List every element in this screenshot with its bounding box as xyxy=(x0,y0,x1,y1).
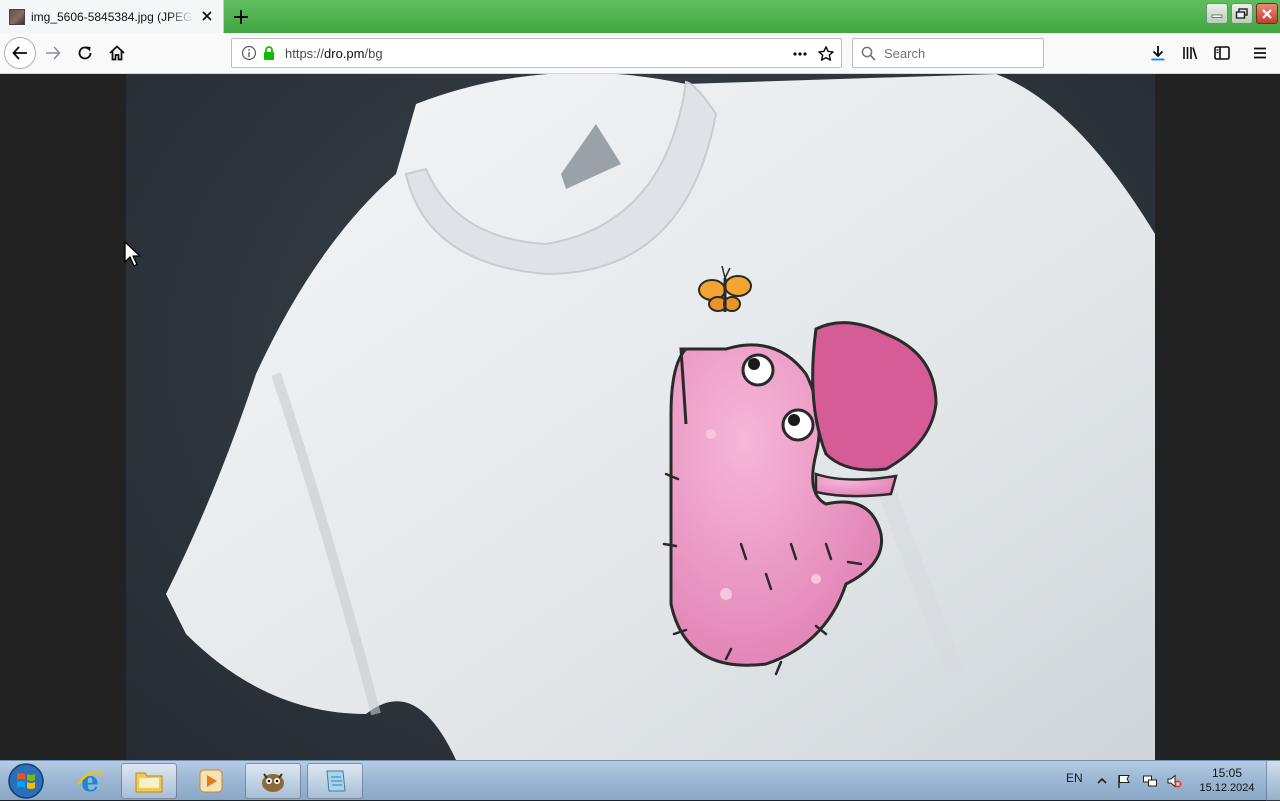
taskbar-notepad[interactable] xyxy=(307,763,363,799)
tab-strip: img_5606-5845384.jpg (JPEG Image, 1029 ×… xyxy=(0,0,1280,33)
plus-icon[interactable] xyxy=(229,5,253,29)
taskbar: e EN 15:05 15.12.2024 xyxy=(0,760,1280,801)
taskbar-media-player[interactable] xyxy=(183,763,239,799)
downloads-button[interactable] xyxy=(1142,37,1174,69)
displayed-image[interactable] xyxy=(126,74,1155,760)
menu-button[interactable] xyxy=(1244,37,1276,69)
notepad-icon xyxy=(326,770,346,792)
taskbar-explorer[interactable] xyxy=(121,763,177,799)
library-icon xyxy=(1183,47,1198,60)
app-icon xyxy=(262,773,284,792)
forward-arrow-icon xyxy=(46,46,61,60)
tshirt-illustration xyxy=(166,74,1155,760)
taskbar-internet-explorer[interactable]: e xyxy=(62,763,118,799)
star-icon[interactable] xyxy=(817,45,835,63)
reload-icon xyxy=(78,46,92,60)
forward-button[interactable] xyxy=(37,37,69,69)
page-viewport xyxy=(0,74,1280,760)
home-icon xyxy=(109,45,125,61)
download-icon xyxy=(1151,46,1165,61)
url-path: /bg xyxy=(364,45,383,61)
hamburger-icon xyxy=(1254,47,1266,59)
address-bar[interactable]: https://dro.pm/bg xyxy=(231,38,842,68)
mouse-cursor-icon xyxy=(124,241,141,267)
search-icon xyxy=(861,46,876,61)
sidebar-icon xyxy=(1214,46,1230,60)
back-arrow-icon xyxy=(12,46,27,60)
favicon-icon xyxy=(9,8,25,25)
restore-button[interactable] xyxy=(1231,3,1253,24)
network-icon[interactable] xyxy=(1142,773,1158,789)
url-text: https://dro.pm/bg xyxy=(285,46,383,61)
search-input[interactable] xyxy=(884,45,1034,61)
info-icon[interactable] xyxy=(241,45,257,61)
url-scheme: https:// xyxy=(285,45,325,61)
home-button[interactable] xyxy=(101,37,133,69)
folder-icon xyxy=(135,772,163,793)
flag-icon[interactable] xyxy=(1116,773,1132,789)
sidebar-button[interactable] xyxy=(1206,37,1238,69)
internet-explorer-icon: e xyxy=(77,766,104,796)
ellipsis-icon[interactable] xyxy=(792,46,808,62)
navigation-toolbar: https://dro.pm/bg xyxy=(0,33,1280,74)
tab-image[interactable]: img_5606-5845384.jpg (JPEG Image, 1029 ×… xyxy=(0,0,224,33)
language-indicator[interactable]: EN xyxy=(1066,771,1083,785)
reload-button[interactable] xyxy=(69,37,101,69)
chevron-up-icon[interactable] xyxy=(1094,773,1110,789)
url-host: dro.pm xyxy=(324,45,365,61)
minimize-button[interactable] xyxy=(1206,3,1228,24)
back-button[interactable] xyxy=(4,37,36,69)
windows-logo-icon[interactable] xyxy=(4,762,48,800)
close-icon[interactable] xyxy=(199,8,215,24)
window-close-button[interactable] xyxy=(1256,3,1278,24)
library-button[interactable] xyxy=(1174,37,1206,69)
close-icon xyxy=(1262,8,1272,19)
volume-muted-icon[interactable] xyxy=(1166,773,1182,789)
svg-text:e: e xyxy=(81,766,99,796)
taskbar-app[interactable] xyxy=(245,763,301,799)
minimize-icon xyxy=(1211,14,1223,18)
clock-time: 15:05 xyxy=(1211,766,1243,780)
clock-date: 15.12.2024 xyxy=(1199,782,1255,794)
system-clock[interactable]: 15:05 15.12.2024 xyxy=(1192,766,1262,796)
lock-icon[interactable] xyxy=(261,45,277,61)
show-desktop-button[interactable] xyxy=(1266,761,1280,801)
search-bar[interactable] xyxy=(852,38,1044,68)
tab-title: img_5606-5845384.jpg (JPEG Image, 1029 ×… xyxy=(31,9,193,24)
restore-icon xyxy=(1235,7,1248,19)
media-player-icon xyxy=(199,769,223,793)
